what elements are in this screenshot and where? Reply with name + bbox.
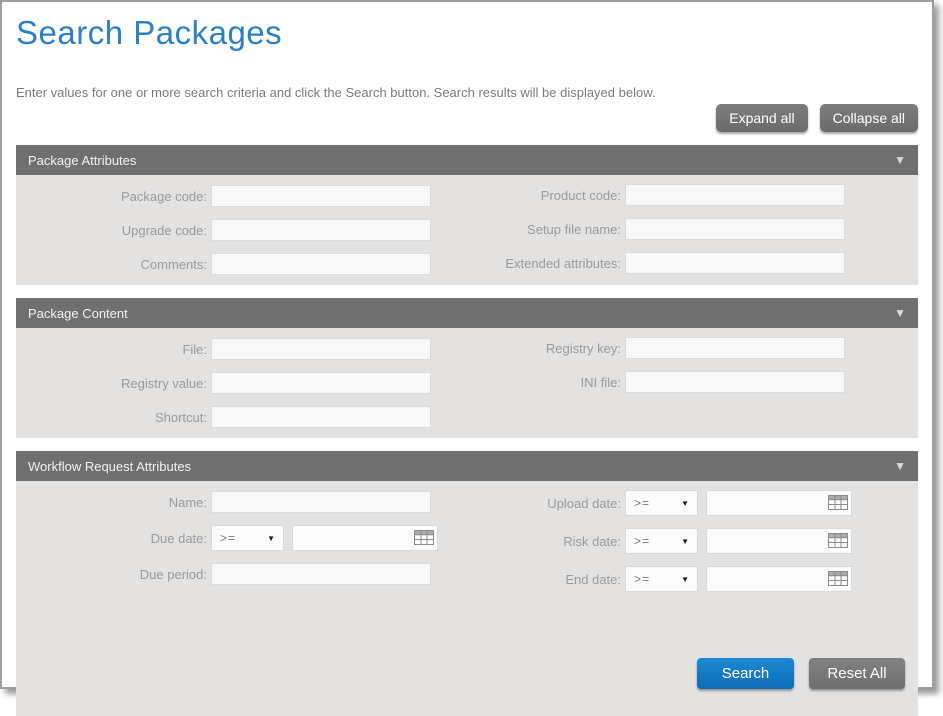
section-title: Package Attributes [28, 153, 136, 168]
reset-all-button[interactable]: Reset All [809, 658, 905, 689]
section-body-package-content: File: Registry value: Shortcut: [16, 328, 918, 438]
form-row: Name: [16, 491, 467, 513]
form-row: Comments: [16, 253, 467, 275]
collapse-all-button[interactable]: Collapse all [820, 104, 918, 132]
chevron-down-icon[interactable]: ▼ [894, 459, 906, 473]
dropdown-arrow-icon: ▼ [681, 575, 689, 584]
search-button[interactable]: Search [697, 658, 794, 689]
product-code-input[interactable] [625, 184, 845, 206]
form-row: Due period: [16, 563, 467, 585]
section-body-package-attributes: Package code: Upgrade code: Comments: [16, 175, 918, 285]
end-date-filter: >= ▼ [625, 566, 852, 592]
field-label: Shortcut: [16, 410, 211, 425]
extended-attributes-input[interactable] [625, 252, 845, 274]
section-workflow-request-attributes: Workflow Request Attributes ▼ Name: Due … [16, 451, 918, 716]
risk-date-operator-select[interactable]: >= ▼ [625, 528, 698, 554]
field-label: Name: [16, 495, 211, 510]
field-label: Due period: [16, 567, 211, 582]
field-label: Comments: [16, 257, 211, 272]
operator-value: >= [220, 531, 236, 545]
section-package-attributes: Package Attributes ▼ Package code: Upgra… [16, 145, 918, 285]
file-input[interactable] [211, 338, 431, 360]
field-label: Upgrade code: [16, 223, 211, 238]
field-label: Due date: [16, 531, 211, 546]
field-label: Package code: [16, 189, 211, 204]
chevron-down-icon[interactable]: ▼ [894, 306, 906, 320]
upload-date-input[interactable] [706, 490, 852, 516]
calendar-icon[interactable] [828, 533, 848, 548]
due-date-filter: >= ▼ [211, 525, 438, 551]
page-description: Enter values for one or more search crit… [16, 85, 918, 100]
section-body-workflow-request-attributes: Name: Due date: >= ▼ [16, 481, 918, 716]
dropdown-arrow-icon: ▼ [681, 499, 689, 508]
field-label: End date: [467, 572, 625, 587]
dropdown-arrow-icon: ▼ [681, 537, 689, 546]
section-header-package-attributes[interactable]: Package Attributes ▼ [16, 145, 918, 175]
field-label: Risk date: [467, 534, 625, 549]
section-header-workflow-request-attributes[interactable]: Workflow Request Attributes ▼ [16, 451, 918, 481]
operator-value: >= [634, 534, 650, 548]
field-label: Extended attributes: [467, 256, 625, 271]
form-row: Registry key: [467, 337, 918, 359]
package-code-input[interactable] [211, 185, 431, 207]
operator-value: >= [634, 572, 650, 586]
chevron-down-icon[interactable]: ▼ [894, 153, 906, 167]
field-label: File: [16, 342, 211, 357]
field-label: INI file: [467, 375, 625, 390]
form-row: End date: >= ▼ [467, 566, 918, 592]
section-title: Workflow Request Attributes [28, 459, 191, 474]
form-row: Registry value: [16, 372, 467, 394]
section-title: Package Content [28, 306, 128, 321]
page-title: Search Packages [16, 14, 918, 52]
form-row: Product code: [467, 184, 918, 206]
form-row: Risk date: >= ▼ [467, 528, 918, 554]
field-label: Registry value: [16, 376, 211, 391]
calendar-icon[interactable] [828, 495, 848, 510]
form-row: Upload date: >= ▼ [467, 490, 918, 516]
risk-date-filter: >= ▼ [625, 528, 852, 554]
field-label: Setup file name: [467, 222, 625, 237]
calendar-icon[interactable] [414, 530, 434, 545]
section-header-package-content[interactable]: Package Content ▼ [16, 298, 918, 328]
form-row: Setup file name: [467, 218, 918, 240]
form-row: Shortcut: [16, 406, 467, 428]
form-row: Upgrade code: [16, 219, 467, 241]
due-date-input[interactable] [292, 525, 438, 551]
field-label: Registry key: [467, 341, 625, 356]
setup-file-name-input[interactable] [625, 218, 845, 240]
operator-value: >= [634, 496, 650, 510]
form-row: Due date: >= ▼ [16, 525, 467, 551]
risk-date-input[interactable] [706, 528, 852, 554]
field-label: Upload date: [467, 496, 625, 511]
due-date-operator-select[interactable]: >= ▼ [211, 525, 284, 551]
form-row: INI file: [467, 371, 918, 393]
form-row: Extended attributes: [467, 252, 918, 274]
end-date-operator-select[interactable]: >= ▼ [625, 566, 698, 592]
form-row: Package code: [16, 185, 467, 207]
shortcut-input[interactable] [211, 406, 431, 428]
registry-key-input[interactable] [625, 337, 845, 359]
actions-row: Search Reset All [16, 602, 918, 716]
search-packages-window: Search Packages Enter values for one or … [0, 0, 934, 689]
comments-input[interactable] [211, 253, 431, 275]
due-period-input[interactable] [211, 563, 431, 585]
toolbar: Expand all Collapse all [16, 104, 918, 132]
upload-date-operator-select[interactable]: >= ▼ [625, 490, 698, 516]
registry-value-input[interactable] [211, 372, 431, 394]
expand-all-button[interactable]: Expand all [716, 104, 807, 132]
upload-date-filter: >= ▼ [625, 490, 852, 516]
ini-file-input[interactable] [625, 371, 845, 393]
upgrade-code-input[interactable] [211, 219, 431, 241]
name-input[interactable] [211, 491, 431, 513]
dropdown-arrow-icon: ▼ [267, 534, 275, 543]
section-package-content: Package Content ▼ File: Registry value: [16, 298, 918, 438]
form-row: File: [16, 338, 467, 360]
calendar-icon[interactable] [828, 571, 848, 586]
field-label: Product code: [467, 188, 625, 203]
end-date-input[interactable] [706, 566, 852, 592]
